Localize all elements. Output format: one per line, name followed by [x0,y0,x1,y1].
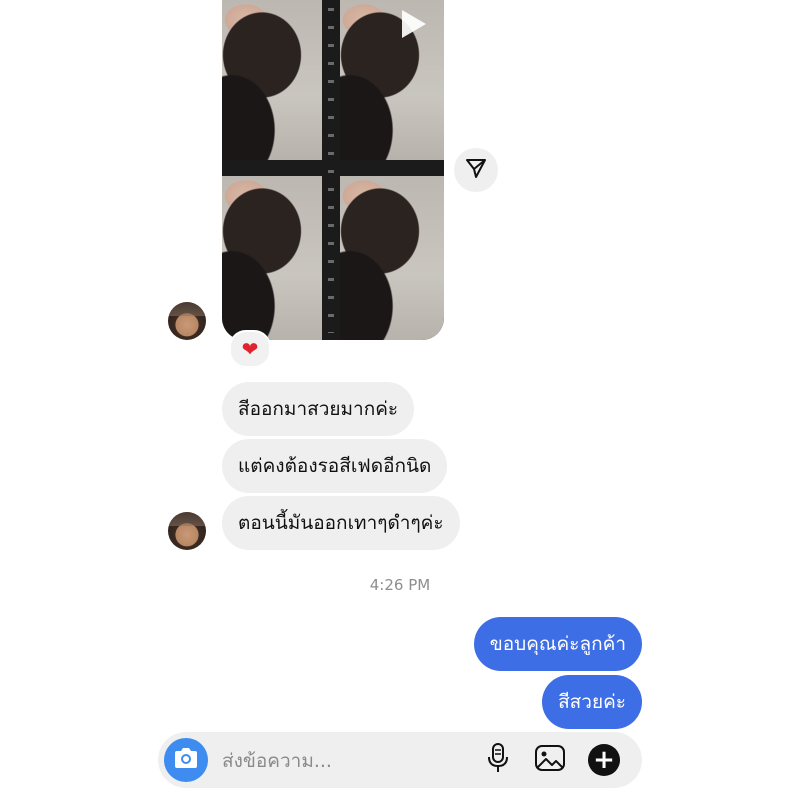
microphone-button[interactable] [480,742,516,778]
message-timestamp: 4:26 PM [369,576,431,594]
share-button[interactable] [454,148,498,192]
incoming-message[interactable]: แต่คงต้องรอสีเฟดอีกนิด [222,439,448,493]
camera-icon [173,747,199,773]
avatar[interactable] [168,302,206,340]
camera-button[interactable] [164,738,208,782]
add-attachment-button[interactable]: + [586,742,622,778]
incoming-message[interactable]: ตอนนี้มันออกเทาๆดำๆค่ะ [222,496,460,550]
heart-reaction[interactable]: ❤ [229,330,271,368]
outgoing-message[interactable]: ขอบคุณค่ะลูกค้า [473,617,642,671]
gallery-button[interactable] [532,742,568,778]
photo-tile [340,176,444,340]
outgoing-message[interactable]: สีสวยค่ะ [542,675,642,729]
incoming-message[interactable]: สีออกมาสวยมากค่ะ [222,382,415,436]
film-sprocket-holes [328,8,334,333]
shared-video-thumbnail[interactable] [222,0,444,340]
photo-tile [340,0,444,160]
message-composer: + [158,732,642,790]
paper-plane-icon [464,156,488,184]
photo-tile [222,0,322,160]
plus-icon: + [588,744,620,776]
avatar[interactable] [168,512,206,550]
photo-tile [222,176,322,340]
microphone-icon [486,742,510,778]
heart-icon: ❤ [241,337,259,361]
message-input[interactable] [220,732,474,790]
play-icon[interactable] [402,10,426,38]
gallery-icon [534,743,566,777]
